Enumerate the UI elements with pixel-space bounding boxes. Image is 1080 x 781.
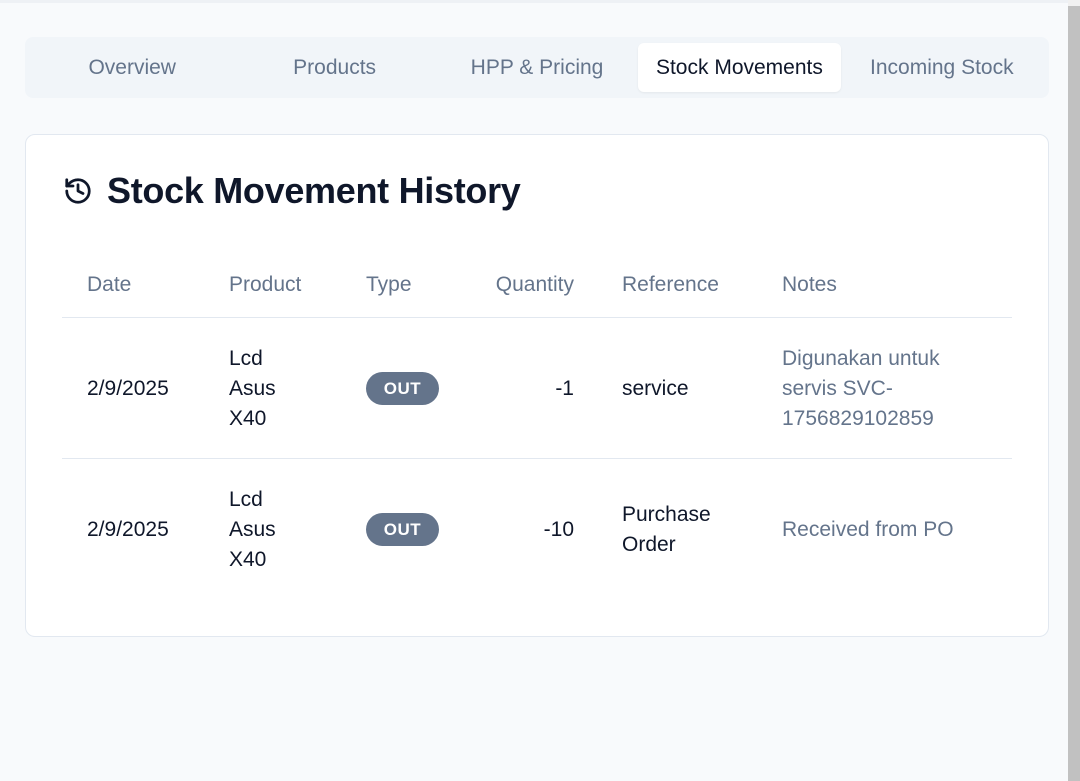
cell-type: OUT <box>366 318 476 459</box>
scrollbar-thumb[interactable] <box>1068 6 1080 781</box>
tab-hpp-pricing[interactable]: HPP & Pricing <box>436 43 638 92</box>
tab-products[interactable]: Products <box>233 43 435 92</box>
column-header-product[interactable]: Product <box>229 251 339 318</box>
cell-reference: Purchase Order <box>622 459 762 600</box>
tab-overview[interactable]: Overview <box>31 43 233 92</box>
tab-bar: Overview Products HPP & Pricing Stock Mo… <box>25 37 1049 98</box>
notes-line: Received from PO <box>782 517 954 541</box>
cell-notes: Digunakan untuk servis SVC- 175682910285… <box>782 318 1002 459</box>
product-line: X40 <box>229 406 267 430</box>
column-header-date[interactable]: Date <box>87 251 217 318</box>
card-title: Stock Movement History <box>107 170 521 211</box>
table-row[interactable]: 2/9/2025 Lcd Asus X40 OUT -10 Purchase O… <box>62 459 1012 600</box>
tab-incoming-stock[interactable]: Incoming Stock <box>841 43 1043 92</box>
history-icon <box>63 176 93 206</box>
cell-reference: service <box>622 318 762 459</box>
cell-product: Lcd Asus X40 <box>229 459 339 600</box>
product-line: Asus <box>229 376 276 400</box>
cell-notes: Received from PO <box>782 459 1002 600</box>
column-header-quantity[interactable]: Quantity <box>472 251 574 318</box>
cell-quantity: -1 <box>555 376 574 400</box>
card-header: Stock Movement History <box>63 168 521 214</box>
reference-line: Order <box>622 532 676 556</box>
reference-line: service <box>622 376 689 400</box>
reference-line: Purchase <box>622 502 711 526</box>
stock-movement-card: Stock Movement History Date Product Type… <box>25 134 1049 637</box>
notes-line: 1756829102859 <box>782 406 934 430</box>
cell-date: 2/9/2025 <box>87 517 169 541</box>
notes-line: Digunakan untuk <box>782 346 940 370</box>
cell-quantity: -10 <box>543 517 574 541</box>
type-badge: OUT <box>366 372 439 405</box>
type-badge: OUT <box>366 513 439 546</box>
cell-type: OUT <box>366 459 476 600</box>
table-header: Date Product Type Quantity Reference Not… <box>62 251 1012 318</box>
product-line: Lcd <box>229 487 263 511</box>
cell-product: Lcd Asus X40 <box>229 318 339 459</box>
column-header-notes[interactable]: Notes <box>782 251 1002 318</box>
column-header-type[interactable]: Type <box>366 251 476 318</box>
product-line: X40 <box>229 547 267 571</box>
stock-movement-table: Date Product Type Quantity Reference Not… <box>62 251 1012 600</box>
product-line: Lcd <box>229 346 263 370</box>
page: Overview Products HPP & Pricing Stock Mo… <box>0 0 1080 781</box>
cell-date: 2/9/2025 <box>87 376 169 400</box>
top-divider <box>0 0 1068 3</box>
column-header-reference[interactable]: Reference <box>622 251 762 318</box>
tab-stock-movements[interactable]: Stock Movements <box>638 43 841 92</box>
table-row[interactable]: 2/9/2025 Lcd Asus X40 OUT -1 service Dig… <box>62 318 1012 459</box>
notes-line: servis SVC- <box>782 376 893 400</box>
product-line: Asus <box>229 517 276 541</box>
